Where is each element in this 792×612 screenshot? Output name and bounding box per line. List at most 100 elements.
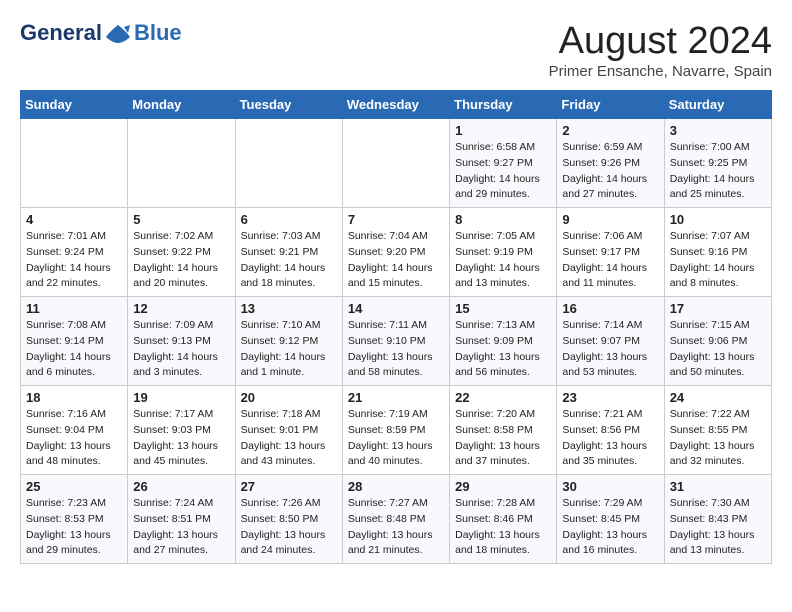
day-number: 10 [670,212,766,227]
day-info: Sunrise: 7:14 AMSunset: 9:07 PMDaylight:… [562,318,658,381]
calendar-cell: 10Sunrise: 7:07 AMSunset: 9:16 PMDayligh… [664,208,771,297]
day-number: 26 [133,479,229,494]
day-info: Sunrise: 7:11 AMSunset: 9:10 PMDaylight:… [348,318,444,381]
calendar-cell: 27 Sunrise: 7:26 AMSunset: 8:50 PMDayligh… [235,475,342,564]
calendar-cell [21,119,128,208]
calendar-cell: 15 Sunrise: 7:13 AMSunset: 9:09 PMDayligh… [450,297,557,386]
calendar-cell: 5 Sunrise: 7:02 AMSunset: 9:22 PMDaylight… [128,208,235,297]
calendar-cell: 13Sunrise: 7:10 AMSunset: 9:12 PMDayligh… [235,297,342,386]
day-number: 12 [133,301,229,316]
day-info: Sunrise: 7:18 AMSunset: 9:01 PMDaylight:… [241,407,337,470]
calendar-cell: 9 Sunrise: 7:06 AMSunset: 9:17 PMDaylight… [557,208,664,297]
calendar-cell [235,119,342,208]
location: Primer Ensanche, Navarre, Spain [549,63,772,80]
day-number: 16 [562,301,658,316]
calendar-cell: 21 Sunrise: 7:19 AMSunset: 8:59 PMDayligh… [342,386,449,475]
calendar-table: SundayMondayTuesdayWednesdayThursdayFrid… [20,90,772,564]
weekday-header-monday: Monday [128,91,235,119]
calendar-cell: 18Sunrise: 7:16 AMSunset: 9:04 PMDayligh… [21,386,128,475]
day-number: 22 [455,390,551,405]
day-info: Sunrise: 7:05 AMSunset: 9:19 PMDaylight:… [455,229,551,292]
day-number: 29 [455,479,551,494]
day-number: 9 [562,212,658,227]
calendar-cell: 19Sunrise: 7:17 AMSunset: 9:03 PMDayligh… [128,386,235,475]
day-info: Sunrise: 7:29 AMSunset: 8:45 PMDaylight:… [562,496,658,559]
page-header: General Blue August 2024 Primer Ensanche… [20,20,772,80]
day-info: Sunrise: 7:24 AMSunset: 8:51 PMDaylight:… [133,496,229,559]
calendar-cell [128,119,235,208]
day-number: 21 [348,390,444,405]
weekday-header-wednesday: Wednesday [342,91,449,119]
day-number: 6 [241,212,337,227]
day-number: 30 [562,479,658,494]
calendar-cell: 26 Sunrise: 7:24 AMSunset: 8:51 PMDayligh… [128,475,235,564]
day-info: Sunrise: 7:02 AMSunset: 9:22 PMDaylight:… [133,229,229,292]
logo: General Blue [20,20,182,46]
day-info: Sunrise: 7:21 AMSunset: 8:56 PMDaylight:… [562,407,658,470]
day-info: Sunrise: 7:22 AMSunset: 8:55 PMDaylight:… [670,407,766,470]
title-block: August 2024 Primer Ensanche, Navarre, Sp… [549,20,772,80]
calendar-week-row: 11 Sunrise: 7:08 AMSunset: 9:14 PMDayligh… [21,297,772,386]
calendar-week-row: 25 Sunrise: 7:23 AMSunset: 8:53 PMDayligh… [21,475,772,564]
day-info: Sunrise: 7:01 AMSunset: 9:24 PMDaylight:… [26,229,122,292]
day-number: 18 [26,390,122,405]
day-info: Sunrise: 7:09 AMSunset: 9:13 PMDaylight:… [133,318,229,381]
calendar-cell: 16 Sunrise: 7:14 AMSunset: 9:07 PMDayligh… [557,297,664,386]
day-number: 17 [670,301,766,316]
day-number: 1 [455,123,551,138]
day-info: Sunrise: 7:15 AMSunset: 9:06 PMDaylight:… [670,318,766,381]
calendar-cell: 23 Sunrise: 7:21 AMSunset: 8:56 PMDayligh… [557,386,664,475]
calendar-cell: 8 Sunrise: 7:05 AMSunset: 9:19 PMDaylight… [450,208,557,297]
day-info: Sunrise: 7:03 AMSunset: 9:21 PMDaylight:… [241,229,337,292]
calendar-cell: 6 Sunrise: 7:03 AMSunset: 9:21 PMDaylight… [235,208,342,297]
day-number: 25 [26,479,122,494]
calendar-cell: 1Sunrise: 6:58 AMSunset: 9:27 PMDaylight… [450,119,557,208]
day-number: 11 [26,301,122,316]
logo-text: General [20,21,132,45]
day-number: 15 [455,301,551,316]
calendar-cell: 28 Sunrise: 7:27 AMSunset: 8:48 PMDayligh… [342,475,449,564]
day-info: Sunrise: 7:19 AMSunset: 8:59 PMDaylight:… [348,407,444,470]
day-info: Sunrise: 7:28 AMSunset: 8:46 PMDaylight:… [455,496,551,559]
weekday-header-tuesday: Tuesday [235,91,342,119]
calendar-week-row: 4Sunrise: 7:01 AMSunset: 9:24 PMDaylight… [21,208,772,297]
calendar-cell: 11 Sunrise: 7:08 AMSunset: 9:14 PMDayligh… [21,297,128,386]
day-number: 28 [348,479,444,494]
calendar-cell: 7Sunrise: 7:04 AMSunset: 9:20 PMDaylight… [342,208,449,297]
logo-icon [104,23,132,45]
calendar-cell: 2 Sunrise: 6:59 AMSunset: 9:26 PMDaylight… [557,119,664,208]
logo-blue: Blue [134,20,182,46]
day-info: Sunrise: 7:26 AMSunset: 8:50 PMDaylight:… [241,496,337,559]
calendar-cell: 12 Sunrise: 7:09 AMSunset: 9:13 PMDayligh… [128,297,235,386]
calendar-cell: 24 Sunrise: 7:22 AMSunset: 8:55 PMDayligh… [664,386,771,475]
calendar-cell: 22 Sunrise: 7:20 AMSunset: 8:58 PMDayligh… [450,386,557,475]
day-info: Sunrise: 7:13 AMSunset: 9:09 PMDaylight:… [455,318,551,381]
day-info: Sunrise: 7:20 AMSunset: 8:58 PMDaylight:… [455,407,551,470]
day-info: Sunrise: 7:04 AMSunset: 9:20 PMDaylight:… [348,229,444,292]
weekday-header-row: SundayMondayTuesdayWednesdayThursdayFrid… [21,91,772,119]
day-info: Sunrise: 7:08 AMSunset: 9:14 PMDaylight:… [26,318,122,381]
calendar-cell: 4Sunrise: 7:01 AMSunset: 9:24 PMDaylight… [21,208,128,297]
calendar-week-row: 18Sunrise: 7:16 AMSunset: 9:04 PMDayligh… [21,386,772,475]
calendar-cell: 3Sunrise: 7:00 AMSunset: 9:25 PMDaylight… [664,119,771,208]
calendar-cell: 31Sunrise: 7:30 AMSunset: 8:43 PMDayligh… [664,475,771,564]
calendar-cell: 20Sunrise: 7:18 AMSunset: 9:01 PMDayligh… [235,386,342,475]
weekday-header-thursday: Thursday [450,91,557,119]
day-number: 8 [455,212,551,227]
day-info: Sunrise: 7:06 AMSunset: 9:17 PMDaylight:… [562,229,658,292]
day-number: 23 [562,390,658,405]
day-info: Sunrise: 6:59 AMSunset: 9:26 PMDaylight:… [562,140,658,203]
day-number: 5 [133,212,229,227]
day-info: Sunrise: 7:17 AMSunset: 9:03 PMDaylight:… [133,407,229,470]
month-title: August 2024 [549,20,772,63]
day-info: Sunrise: 7:27 AMSunset: 8:48 PMDaylight:… [348,496,444,559]
weekday-header-sunday: Sunday [21,91,128,119]
day-number: 2 [562,123,658,138]
day-number: 27 [241,479,337,494]
calendar-cell: 30 Sunrise: 7:29 AMSunset: 8:45 PMDayligh… [557,475,664,564]
day-number: 13 [241,301,337,316]
day-info: Sunrise: 7:23 AMSunset: 8:53 PMDaylight:… [26,496,122,559]
calendar-week-row: 1Sunrise: 6:58 AMSunset: 9:27 PMDaylight… [21,119,772,208]
day-number: 24 [670,390,766,405]
calendar-cell: 14Sunrise: 7:11 AMSunset: 9:10 PMDayligh… [342,297,449,386]
